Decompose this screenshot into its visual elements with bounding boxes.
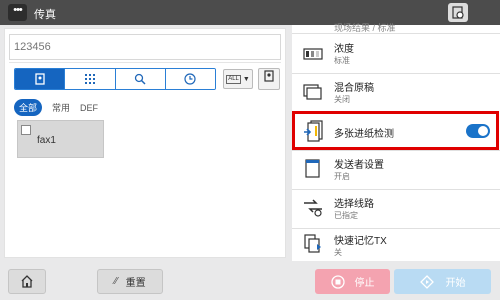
address-register-icon	[264, 70, 274, 82]
density-title: 浓度	[334, 44, 354, 55]
line-select-icon	[304, 199, 322, 217]
page-title: 传真	[34, 9, 56, 21]
divider	[9, 62, 281, 63]
more-dots-icon[interactable]: •••	[8, 4, 27, 21]
home-icon	[21, 275, 33, 288]
setting-density[interactable]: 浓度 标准	[292, 35, 500, 73]
reset-button[interactable]: ⁄⁄ 重置	[97, 269, 163, 294]
mixed-original-icon	[303, 84, 322, 100]
setting-mixed-original[interactable]: 混合原稿 关闭	[292, 74, 500, 112]
index-dropdown-label: ALL	[226, 74, 241, 84]
setting-sender[interactable]: 发送者设置 开启	[292, 151, 500, 189]
search-icon	[134, 73, 146, 85]
stop-button[interactable]: 停止	[315, 269, 390, 294]
setting-multifeed-detection[interactable]: 多张进纸检测	[292, 111, 499, 150]
density-value: 标准	[334, 56, 350, 65]
destination-checkbox[interactable]	[21, 125, 31, 135]
reset-label: 重置	[125, 278, 146, 289]
filter-common[interactable]: 常用	[52, 101, 70, 114]
address-book-icon	[34, 73, 45, 85]
destination-card[interactable]: fax1	[17, 120, 104, 158]
home-button[interactable]	[8, 269, 46, 294]
multifeed-detection-icon	[304, 120, 323, 142]
destination-label: fax1	[37, 135, 56, 146]
start-button[interactable]: 开始	[394, 269, 491, 294]
sender-title: 发送者设置	[334, 160, 384, 171]
sender-settings-icon	[305, 159, 320, 178]
start-icon	[419, 274, 434, 289]
quick-memory-tx-value: 关	[334, 248, 342, 257]
fax-info-icon[interactable]	[448, 3, 468, 22]
tab-address-book[interactable]	[15, 69, 66, 89]
stop-label: 停止	[354, 278, 375, 289]
reset-icon: ⁄⁄	[114, 276, 118, 287]
setting-quick-memory-tx[interactable]: 快速记忆TX 关	[292, 229, 500, 261]
clock-icon	[184, 73, 196, 85]
mixed-original-value: 关闭	[334, 95, 350, 104]
filter-def[interactable]: DEF	[80, 103, 98, 113]
chevron-down-icon: ▼	[240, 75, 250, 83]
density-icon	[303, 48, 323, 60]
tab-search[interactable]	[115, 69, 166, 89]
register-destination-button[interactable]	[258, 68, 280, 90]
quick-memory-tx-title: 快速记忆TX	[334, 236, 387, 247]
line-select-title: 选择线路	[334, 199, 374, 210]
multifeed-detection-title: 多张进纸检测	[334, 129, 394, 140]
stop-icon	[330, 274, 345, 289]
toggle-knob	[478, 126, 488, 136]
sender-value: 开启	[334, 172, 350, 181]
filter-bar: 全部 常用 DEF	[14, 99, 98, 116]
filter-all[interactable]: 全部	[14, 99, 43, 116]
top-bar: ••• 传真	[0, 0, 500, 25]
line-select-value: 已指定	[334, 211, 358, 220]
destination-panel: ALL ▼ 全部 常用 DEF fax1	[4, 28, 286, 258]
tab-history[interactable]	[165, 69, 215, 89]
divider	[292, 33, 500, 34]
multifeed-toggle[interactable]	[466, 124, 490, 138]
index-dropdown[interactable]: ALL ▼	[223, 69, 253, 89]
keypad-icon	[84, 74, 95, 84]
tab-keypad[interactable]	[65, 69, 116, 89]
mixed-original-title: 混合原稿	[334, 83, 374, 94]
setting-line-select[interactable]: 选择线路 已指定	[292, 190, 500, 228]
quick-memory-tx-icon	[304, 234, 321, 253]
fax-number-input[interactable]	[9, 34, 281, 60]
search-method-tabs	[14, 68, 216, 90]
start-label: 开始	[445, 278, 466, 289]
